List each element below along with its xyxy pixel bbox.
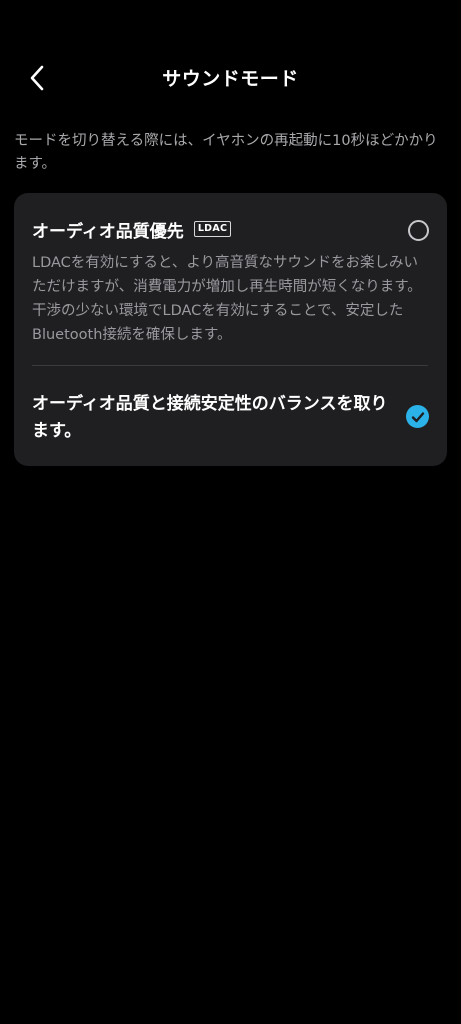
option-description: LDACを有効にすると、より高音質なサウンドをお楽しみいただけますが、消費電力が… — [32, 255, 422, 343]
option-title: オーディオ品質と接続安定性のバランスを取ります。 — [32, 394, 388, 441]
radio-button-unselected[interactable] — [408, 220, 429, 241]
option-balanced[interactable]: オーディオ品質と接続安定性のバランスを取ります。 — [14, 366, 447, 466]
option-audio-quality-priority[interactable]: オーディオ品質優先 LDAC LDACを有効にすると、より高音質なサウンドをお楽… — [14, 193, 447, 365]
checkmark-icon — [411, 411, 424, 422]
ldac-badge: LDAC — [193, 221, 232, 237]
option-title-row: オーディオ品質優先 LDAC — [32, 217, 232, 242]
page-title: サウンドモード — [162, 68, 299, 90]
header-bar: サウンドモード — [0, 52, 461, 102]
mode-switch-notice: モードを切り替える際には、イヤホンの再起動に10秒ほどかかります。 — [14, 133, 438, 172]
radio-button-selected[interactable] — [406, 405, 429, 428]
option-title: オーディオ品質優先 — [32, 221, 184, 242]
sound-mode-card: オーディオ品質優先 LDAC LDACを有効にすると、より高音質なサウンドをお楽… — [14, 193, 447, 466]
